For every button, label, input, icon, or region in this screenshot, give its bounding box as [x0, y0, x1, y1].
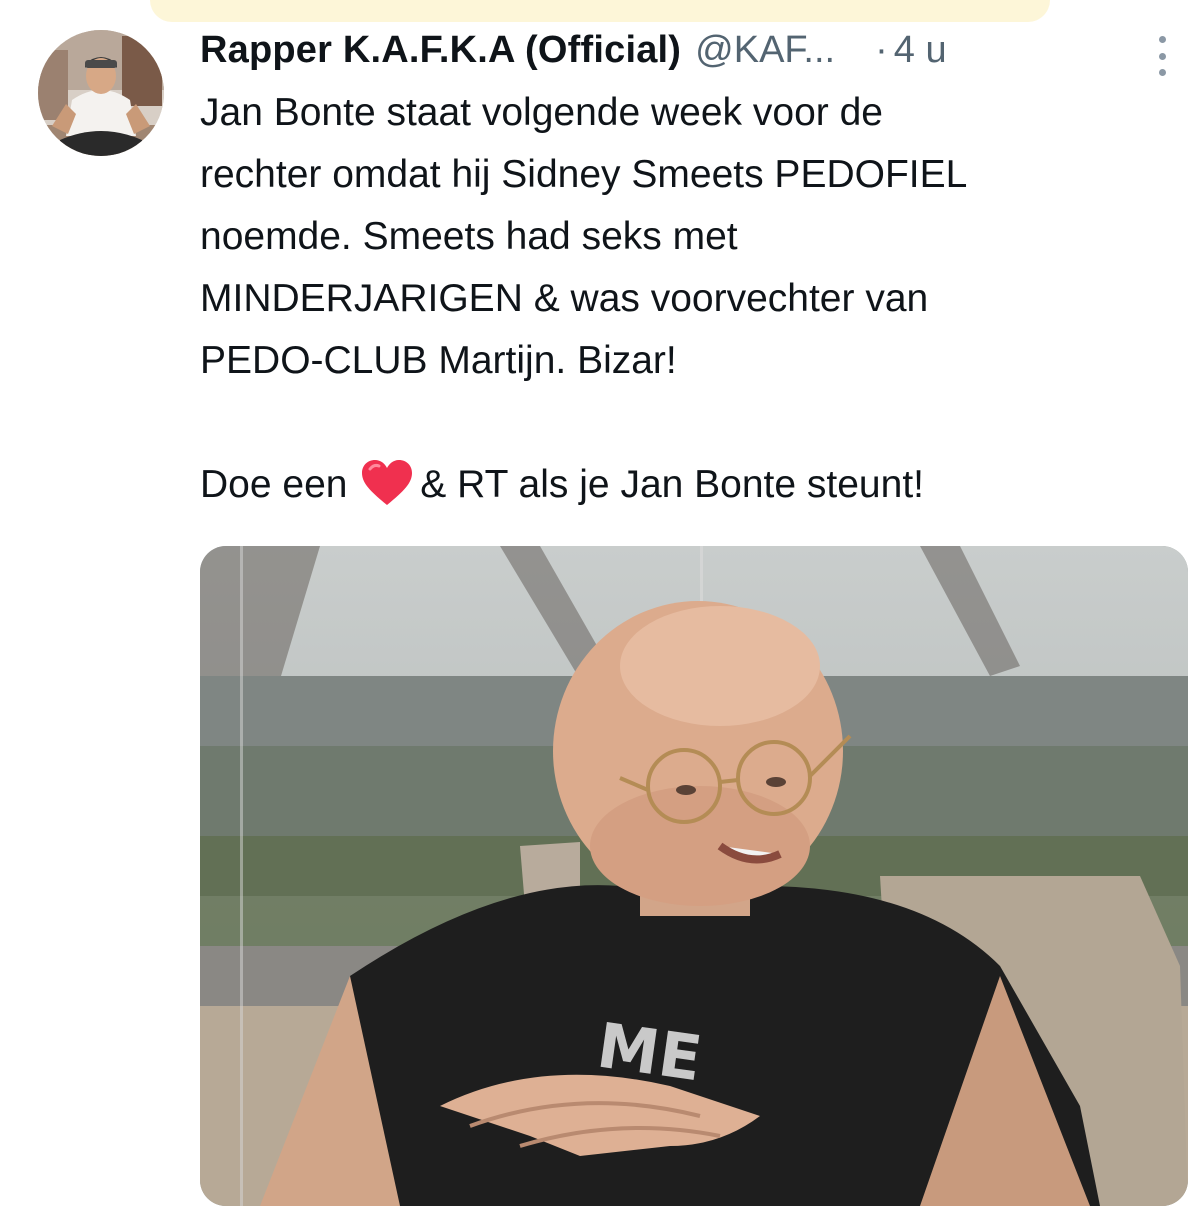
previous-tweet-edge: [150, 0, 1050, 22]
handle[interactable]: @KAF...: [695, 29, 835, 72]
tweet-text-line: noemde. Smeets had seks met: [200, 215, 738, 258]
avatar[interactable]: [38, 30, 164, 156]
tweet-text-line: PEDO-CLUB Martijn. Bizar!: [200, 339, 677, 382]
tweet-text-line: MINDERJARIGEN & was voorvechter van: [200, 277, 929, 320]
heart-icon: [362, 460, 413, 505]
separator-dot: ·: [875, 28, 888, 71]
cta-before: Doe een: [200, 463, 348, 506]
photo-scene: ME: [200, 546, 1188, 1206]
tweet-text-line: rechter omdat hij Sidney Smeets PEDOFIEL: [200, 153, 968, 196]
cta-after: & RT als je Jan Bonte steunt!: [420, 463, 924, 506]
display-name[interactable]: Rapper K.A.F.K.A (Official): [200, 29, 681, 72]
tweet-text: Jan Bonte staat volgende week voor de re…: [200, 82, 1160, 516]
avatar-photo: [38, 30, 164, 156]
more-vertical-icon[interactable]: [1156, 36, 1168, 76]
tweet-photo[interactable]: ME: [200, 546, 1188, 1206]
timestamp[interactable]: 4 u: [894, 29, 947, 72]
tweet: Rapper K.A.F.K.A (Official) @KAF... · 4 …: [200, 22, 1166, 516]
tweet-text-line: Jan Bonte staat volgende week voor de: [200, 91, 883, 134]
tweet-header: Rapper K.A.F.K.A (Official) @KAF... · 4 …: [200, 22, 1166, 78]
